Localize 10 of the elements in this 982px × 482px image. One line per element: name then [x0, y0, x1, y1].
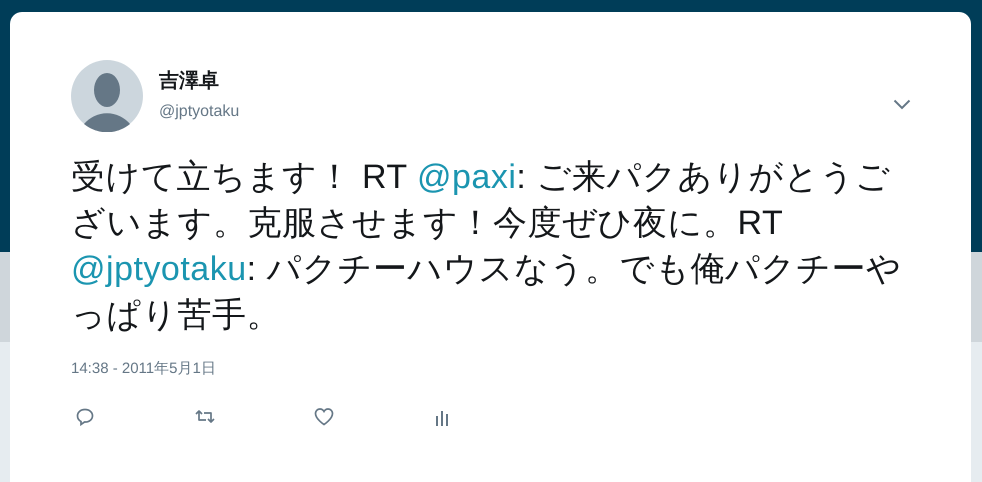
timestamp[interactable]: 14:38 - 2011年5月1日 — [71, 358, 911, 380]
heart-icon[interactable] — [314, 406, 334, 426]
avatar-icon[interactable] — [71, 60, 143, 132]
author-name[interactable]: 吉澤卓 — [159, 69, 240, 93]
author-handle[interactable]: @jptyotaku — [159, 101, 240, 123]
mention-link[interactable]: @paxi — [417, 158, 516, 196]
reply-icon[interactable] — [76, 406, 95, 426]
tweet-text: 受けて立ちます！ RT @paxi: ご来パクありがとうございます。克服させます！今度ぜひ夜に。RT @jptyotaku: パクチーハウスなう。でも俺パクチーやっぱり苦手。 — [71, 157, 903, 336]
mention-link[interactable]: @jptyotaku — [71, 250, 247, 288]
chevron-down-icon[interactable] — [893, 98, 911, 110]
